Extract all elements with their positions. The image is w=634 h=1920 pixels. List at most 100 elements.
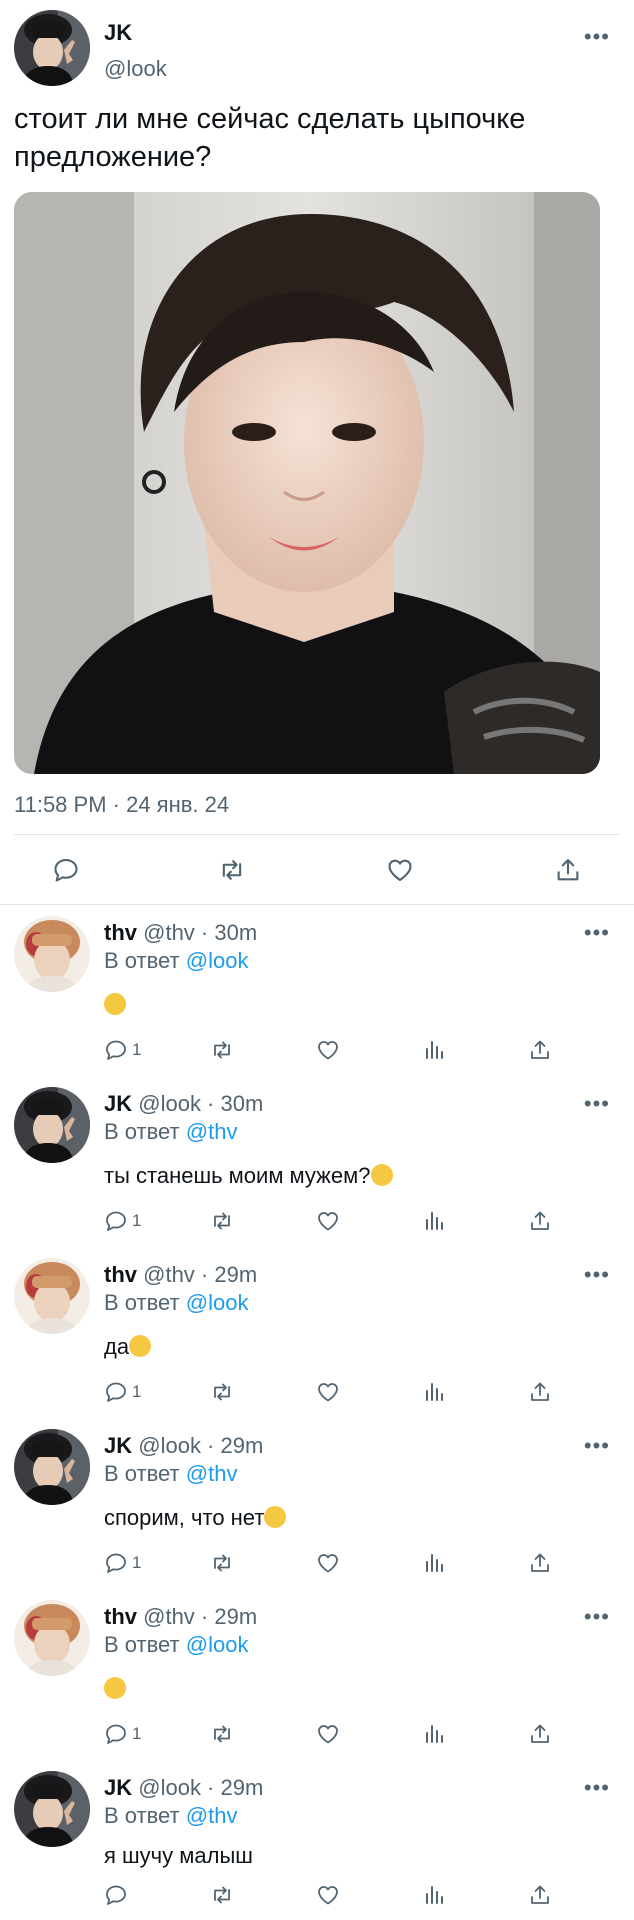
reply-header: thv @thv · 29m: [104, 1262, 257, 1288]
reply-count: 1: [132, 1211, 142, 1230]
reply-to-label: В ответ: [104, 1290, 180, 1315]
reply-count: 1: [132, 1382, 142, 1401]
author-name[interactable]: JK: [104, 1091, 132, 1116]
more-icon[interactable]: •••: [584, 1606, 610, 1628]
mention-link[interactable]: @look: [186, 948, 249, 973]
like-icon[interactable]: [316, 1722, 340, 1746]
avatar[interactable]: [14, 1600, 90, 1676]
retweet-icon[interactable]: [218, 856, 246, 884]
reply-icon[interactable]: 1: [104, 1551, 141, 1575]
more-icon[interactable]: •••: [584, 1777, 610, 1799]
retweet-icon[interactable]: [210, 1038, 234, 1062]
author-name[interactable]: JK: [104, 1775, 132, 1800]
author-meta[interactable]: @thv · 29m: [143, 1604, 257, 1629]
retweet-icon[interactable]: [210, 1380, 234, 1404]
reply-tweet[interactable]: JK @look · 29m ••• В ответ @thv я шучу м…: [0, 1763, 634, 1920]
reply-actions: 1: [0, 1722, 634, 1752]
reply-tweet[interactable]: JK @look · 29m ••• В ответ @thv спорим, …: [0, 1421, 634, 1592]
share-icon[interactable]: [528, 1209, 552, 1233]
pleading-emoji-icon: [129, 1335, 152, 1357]
author-meta[interactable]: @look · 29m: [138, 1775, 263, 1800]
reply-icon[interactable]: 1: [104, 1722, 141, 1746]
avatar[interactable]: [14, 1771, 90, 1847]
reply-header: JK @look · 29m: [104, 1775, 263, 1801]
reply-header: JK @look · 29m: [104, 1433, 263, 1459]
reply-text-content: спорим, что нет: [104, 1505, 265, 1530]
reply-text: спорим, что нет: [104, 1505, 287, 1531]
reply-text: да: [104, 1334, 152, 1360]
author-name[interactable]: thv: [104, 1604, 137, 1629]
reply-text: [104, 992, 126, 1018]
reply-text: ты станешь моим мужем?: [104, 1163, 393, 1189]
share-icon[interactable]: [528, 1883, 552, 1907]
more-icon[interactable]: •••: [584, 1093, 610, 1115]
more-icon[interactable]: •••: [584, 1264, 610, 1286]
reply-to: В ответ @thv: [104, 1119, 237, 1145]
reply-tweet[interactable]: thv @thv · 29m ••• В ответ @look 1: [0, 1592, 634, 1763]
reply-tweet[interactable]: JK @look · 30m ••• В ответ @thv ты стане…: [0, 1079, 634, 1250]
author-name[interactable]: JK: [104, 20, 132, 46]
tweet-timestamp[interactable]: 11:58 PM · 24 янв. 24: [14, 792, 229, 818]
retweet-icon[interactable]: [210, 1551, 234, 1575]
like-icon[interactable]: [316, 1038, 340, 1062]
divider: [14, 834, 620, 835]
avatar[interactable]: [14, 1087, 90, 1163]
avatar[interactable]: [14, 10, 90, 86]
reply-tweet[interactable]: thv @thv · 29m ••• В ответ @look да 1: [0, 1250, 634, 1421]
retweet-icon[interactable]: [210, 1209, 234, 1233]
avatar[interactable]: [14, 1258, 90, 1334]
author-name[interactable]: JK: [104, 1433, 132, 1458]
reply-actions: 1: [0, 1380, 634, 1410]
author-meta[interactable]: @thv · 29m: [143, 1262, 257, 1287]
like-icon[interactable]: [316, 1551, 340, 1575]
retweet-icon[interactable]: [210, 1883, 234, 1907]
author-meta[interactable]: @look · 29m: [138, 1433, 263, 1458]
reply-tweet[interactable]: thv @thv · 30m ••• В ответ @look 1: [0, 908, 634, 1079]
tweet-photo[interactable]: [14, 192, 600, 774]
reply-to-label: В ответ: [104, 948, 180, 973]
more-icon[interactable]: •••: [584, 922, 610, 944]
share-icon[interactable]: [528, 1038, 552, 1062]
more-icon[interactable]: •••: [584, 26, 610, 48]
stats-icon[interactable]: [422, 1883, 446, 1907]
reply-icon[interactable]: [104, 1883, 128, 1907]
more-icon[interactable]: •••: [584, 1435, 610, 1457]
mention-link[interactable]: @thv: [186, 1461, 238, 1486]
author-meta[interactable]: @thv · 30m: [143, 920, 257, 945]
retweet-icon[interactable]: [210, 1722, 234, 1746]
reply-to-label: В ответ: [104, 1803, 180, 1828]
shushing-emoji-icon: [370, 1164, 393, 1186]
mention-link[interactable]: @thv: [186, 1119, 238, 1144]
reply-icon[interactable]: 1: [104, 1209, 141, 1233]
author-handle[interactable]: @look: [104, 56, 167, 82]
mention-link[interactable]: @thv: [186, 1803, 238, 1828]
avatar[interactable]: [14, 1429, 90, 1505]
stats-icon[interactable]: [422, 1038, 446, 1062]
stats-icon[interactable]: [422, 1380, 446, 1404]
author-name[interactable]: thv: [104, 1262, 137, 1287]
reply-to: В ответ @thv: [104, 1461, 237, 1487]
mention-link[interactable]: @look: [186, 1290, 249, 1315]
stats-icon[interactable]: [422, 1722, 446, 1746]
share-icon[interactable]: [528, 1551, 552, 1575]
like-icon[interactable]: [386, 856, 414, 884]
reply-header: thv @thv · 29m: [104, 1604, 257, 1630]
like-icon[interactable]: [316, 1883, 340, 1907]
mention-link[interactable]: @look: [186, 1632, 249, 1657]
reply-icon[interactable]: 1: [104, 1038, 141, 1062]
reply-icon[interactable]: [52, 856, 80, 884]
reply-icon[interactable]: 1: [104, 1380, 141, 1404]
like-icon[interactable]: [316, 1380, 340, 1404]
share-icon[interactable]: [528, 1722, 552, 1746]
reply-header: JK @look · 30m: [104, 1091, 263, 1117]
author-name[interactable]: thv: [104, 920, 137, 945]
like-icon[interactable]: [316, 1209, 340, 1233]
avatar[interactable]: [14, 916, 90, 992]
author-meta[interactable]: @look · 30m: [138, 1091, 263, 1116]
reply-count: 1: [132, 1724, 142, 1743]
share-icon[interactable]: [554, 856, 582, 884]
share-icon[interactable]: [528, 1380, 552, 1404]
stats-icon[interactable]: [422, 1209, 446, 1233]
stats-icon[interactable]: [422, 1551, 446, 1575]
reply-actions: 1: [0, 1551, 634, 1581]
